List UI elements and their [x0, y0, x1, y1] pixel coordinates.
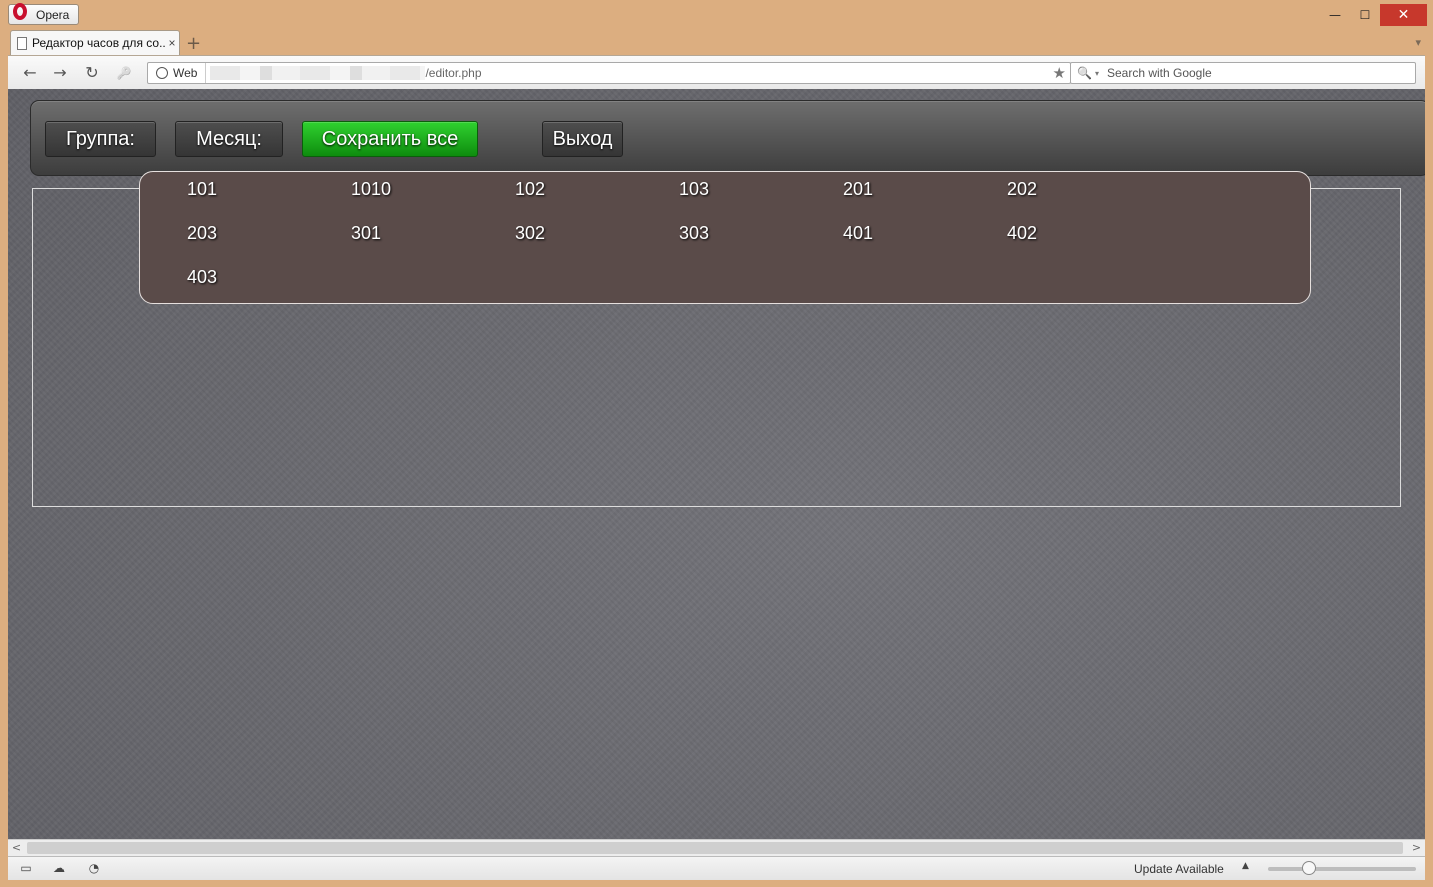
- reload-icon[interactable]: ↻: [82, 63, 102, 83]
- group-option[interactable]: 203: [187, 223, 267, 244]
- zoom-slider-knob[interactable]: [1302, 861, 1316, 875]
- month-button[interactable]: Месяц:: [175, 121, 283, 157]
- zoom-slider[interactable]: [1268, 867, 1416, 871]
- group-option[interactable]: 101: [187, 179, 267, 200]
- group-option[interactable]: 1010: [351, 179, 431, 200]
- horizontal-scrollbar[interactable]: < >: [8, 839, 1425, 856]
- opera-logo-icon: [11, 2, 31, 23]
- page-viewport: Группа: Месяц: Сохранить все Выход 101 1…: [8, 89, 1425, 839]
- group-option[interactable]: 403: [187, 267, 267, 288]
- web-badge[interactable]: Web: [148, 63, 207, 83]
- tab-menu-chevron-icon[interactable]: ▾: [1415, 36, 1421, 49]
- group-option[interactable]: 202: [1007, 179, 1087, 200]
- browser-toolbar: ← → ↻ 🔑 Web /editor.php ★ 🔍 ▾ Search wit…: [8, 55, 1425, 89]
- scroll-left-icon[interactable]: <: [8, 840, 25, 856]
- browser-tab[interactable]: Редактор часов для со... ×: [10, 30, 180, 55]
- address-bar[interactable]: Web /editor.php ★: [147, 62, 1071, 84]
- exit-button[interactable]: Выход: [542, 121, 623, 157]
- forward-icon[interactable]: →: [50, 63, 70, 83]
- group-option[interactable]: 402: [1007, 223, 1087, 244]
- group-option[interactable]: 201: [843, 179, 923, 200]
- back-icon[interactable]: ←: [20, 63, 40, 83]
- opera-unite-cloud-icon[interactable]: ☁: [51, 861, 67, 875]
- bookmark-star-icon[interactable]: ★: [1053, 64, 1066, 82]
- app-top-bar: Группа: Месяц: Сохранить все Выход: [30, 100, 1425, 176]
- group-option[interactable]: 302: [515, 223, 595, 244]
- save-all-button[interactable]: Сохранить все: [302, 121, 478, 157]
- wand-key-icon[interactable]: 🔑: [114, 63, 134, 83]
- turbo-gauge-icon[interactable]: ◔: [86, 861, 102, 875]
- opera-menu-label: Opera: [36, 7, 70, 22]
- globe-icon: [156, 67, 168, 79]
- group-dropdown: 101 1010 102 103 201 202 203 301 302 303…: [139, 171, 1311, 304]
- minimize-button[interactable]: —: [1320, 4, 1350, 26]
- update-available-label[interactable]: Update Available: [1134, 862, 1224, 876]
- tab-title: Редактор часов для со...: [32, 36, 165, 50]
- window-controls: — ☐ ✕: [1320, 4, 1427, 26]
- group-option[interactable]: 103: [679, 179, 759, 200]
- new-tab-button[interactable]: +: [186, 33, 201, 54]
- search-placeholder: Search with Google: [1106, 66, 1212, 80]
- page-icon: [17, 36, 27, 50]
- maximize-button[interactable]: ☐: [1350, 4, 1380, 26]
- redacted-url-part: [210, 66, 426, 80]
- close-window-button[interactable]: ✕: [1380, 4, 1427, 26]
- status-bar: ▭ ☁ ◔ Update Available ▲: [8, 856, 1425, 880]
- address-url: /editor.php: [425, 66, 482, 80]
- scroll-right-icon[interactable]: >: [1408, 840, 1425, 856]
- scrollbar-thumb[interactable]: [27, 842, 1403, 854]
- group-option[interactable]: 301: [351, 223, 431, 244]
- web-badge-label: Web: [173, 66, 198, 80]
- group-button[interactable]: Группа:: [45, 121, 156, 157]
- group-option[interactable]: 401: [843, 223, 923, 244]
- search-engine-chevron-icon[interactable]: ▾: [1095, 69, 1099, 78]
- group-option[interactable]: 303: [679, 223, 759, 244]
- search-field[interactable]: 🔍 ▾ Search with Google: [1070, 62, 1416, 84]
- browser-window: Opera — ☐ ✕ Редактор часов для со... × +…: [0, 0, 1433, 887]
- update-arrow-icon[interactable]: ▲: [1242, 861, 1249, 871]
- panel-toggle-icon[interactable]: ▭: [18, 861, 34, 875]
- search-icon: 🔍: [1077, 66, 1092, 80]
- opera-menu-button[interactable]: Opera: [8, 2, 79, 25]
- tab-close-icon[interactable]: ×: [165, 36, 179, 50]
- group-option[interactable]: 102: [515, 179, 595, 200]
